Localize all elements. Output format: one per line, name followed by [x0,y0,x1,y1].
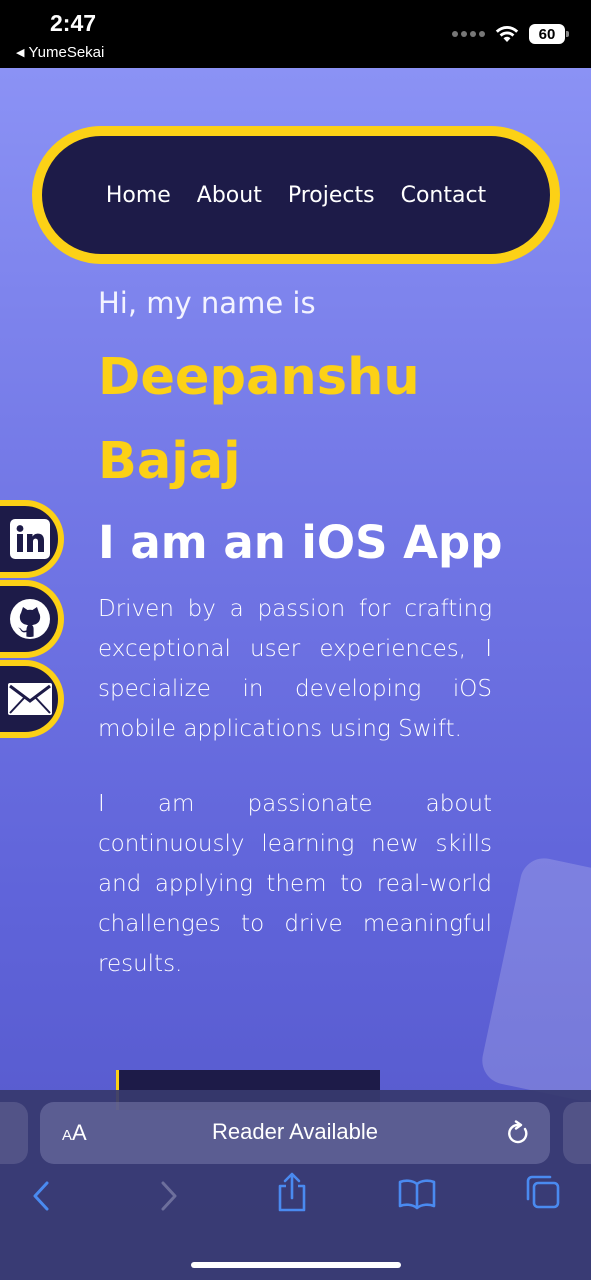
home-indicator[interactable] [191,1262,401,1268]
wifi-icon [495,26,519,42]
battery-icon: 60 [529,24,569,44]
email-button[interactable] [0,660,64,738]
mail-icon [8,683,52,715]
linkedin-button[interactable] [0,500,64,578]
bookmarks-icon[interactable] [398,1178,436,1210]
hero-name: Deepanshu Bajaj [98,348,420,491]
signal-icon [452,31,485,37]
previous-tab-preview[interactable] [0,1102,28,1164]
status-indicators: 60 [452,24,569,44]
share-icon[interactable] [277,1172,307,1212]
linkedin-icon [10,519,50,559]
hero-paragraph-2: I am passionate about continuously learn… [98,791,492,977]
nav-link-about[interactable]: About [197,183,262,208]
hero-role: I am an iOS App [98,516,503,569]
back-triangle-icon: ◀ [16,47,25,59]
tabs-icon[interactable] [525,1174,561,1210]
github-icon [10,599,50,639]
status-bar: 2:47 ◀ YumeSekai 60 [0,0,591,68]
nav-link-home[interactable]: Home [106,183,171,208]
nav-bar: Home About Projects Contact [32,126,560,264]
nav-link-projects[interactable]: Projects [288,183,375,208]
nav-link-contact[interactable]: Contact [401,183,487,208]
back-icon[interactable] [30,1180,52,1212]
browser-bottom-bar: AA Reader Available [0,1090,591,1280]
back-to-app-button[interactable]: ◀ YumeSekai [16,44,104,61]
next-tab-preview[interactable] [563,1102,591,1164]
reload-icon[interactable] [506,1120,530,1146]
browser-toolbar [0,1172,591,1220]
hero-greeting: Hi, my name is [98,286,316,320]
address-bar[interactable]: AA Reader Available [40,1102,550,1164]
back-app-label: YumeSekai [28,44,105,61]
forward-icon[interactable] [158,1180,180,1212]
decorative-card [477,853,591,1113]
github-button[interactable] [0,580,64,658]
hero-paragraph-1: Driven by a passion for crafting excepti… [98,596,492,742]
reader-available-label: Reader Available [212,1119,378,1144]
status-time: 2:47 [50,10,97,36]
